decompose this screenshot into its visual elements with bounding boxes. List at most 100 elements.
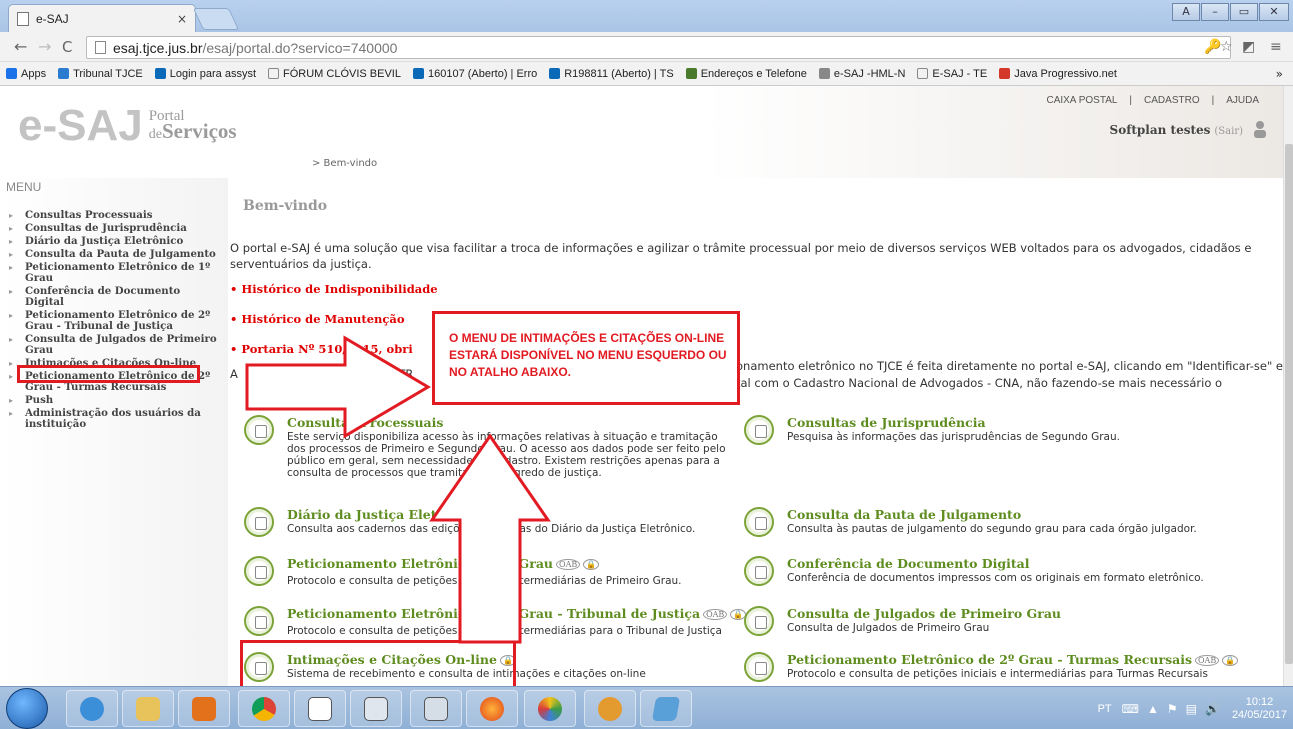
notice-fragment: onamento eletrônico no TJCE é feita dire… <box>736 359 1283 373</box>
service-description: Consulta aos cadernos das edições public… <box>287 523 696 535</box>
clock[interactable]: 10:12 24/05/2017 <box>1232 696 1287 722</box>
bookmark-r198811[interactable]: R198811 (Aberto) | TS <box>549 68 674 80</box>
start-button-icon[interactable] <box>6 688 48 729</box>
bookmark-tribunal-tjce[interactable]: Tribunal TJCE <box>58 68 143 80</box>
sidebar-item-administracao[interactable]: Administração dos usuários da instituiçã… <box>9 408 221 430</box>
tab-close-icon[interactable]: × <box>177 12 187 26</box>
url-host: esaj.tjce.jus.br <box>113 39 203 56</box>
menu-icon[interactable]: ≡ <box>1270 39 1282 55</box>
bookmark-enderecos[interactable]: Endereços e Telefone <box>685 68 807 80</box>
bookmark-esaj-te[interactable]: E-SAJ - TE <box>917 68 987 80</box>
scrollbar-thumb[interactable] <box>1285 144 1293 664</box>
divider: | <box>1129 95 1133 106</box>
close-window-button[interactable]: ✕ <box>1259 3 1289 21</box>
link-cadastro[interactable]: CADASTRO <box>1144 95 1200 106</box>
volume-icon[interactable]: 🔊 <box>1205 702 1220 716</box>
link-caixa-postal[interactable]: CAIXA POSTAL <box>1046 95 1117 106</box>
service-title[interactable]: Consulta da Pauta de Julgamento <box>787 507 1021 522</box>
vertical-scrollbar[interactable] <box>1283 86 1293 686</box>
link-ajuda[interactable]: AJUDA <box>1226 95 1259 106</box>
petition-icon <box>244 606 274 636</box>
service-title[interactable]: Consulta de Julgados de Primeiro Grau <box>787 606 1061 621</box>
address-bar[interactable]: esaj.tjce.jus.br/esaj/portal.do?servico=… <box>86 36 1231 59</box>
user-info: Softplan testes (Sair) <box>1110 123 1243 137</box>
outlook-icon[interactable] <box>178 690 230 727</box>
extension-icon[interactable]: ◩ <box>1242 39 1255 55</box>
network-icon[interactable]: ▤ <box>1186 702 1197 716</box>
magnifier-icon <box>244 415 274 445</box>
sidebar-item-jurisprudencia[interactable]: Consultas de Jurisprudência <box>9 223 221 235</box>
profile-button[interactable]: A <box>1172 3 1200 21</box>
service-title[interactable]: Conferência de Documento Digital <box>787 556 1030 571</box>
link-historico-manutencao[interactable]: • Histórico de Manutenção <box>230 312 405 326</box>
notice-fragment: o advo <box>352 393 391 407</box>
service-title[interactable]: Consultas Processuais <box>287 415 443 430</box>
highlight-box <box>17 365 200 383</box>
sidebar-item-julgados[interactable]: Consulta de Julgados de Primeiro Grau <box>9 334 221 356</box>
bookmark-star-icon[interactable]: ☆ <box>1220 39 1233 55</box>
sidebar-item-push[interactable]: Push <box>9 395 221 407</box>
main-content: Bem-vindo O portal e-SAJ é uma solução q… <box>230 178 1283 686</box>
clock-date: 24/05/2017 <box>1231 708 1287 721</box>
sidebar-item-peticionamento-1[interactable]: Peticionamento Eletrônico de 1º Grau <box>9 262 221 284</box>
new-tab-button[interactable] <box>192 8 240 30</box>
sidebar-menu: MENU Consultas Processuais Consultas de … <box>0 178 228 686</box>
minimize-button[interactable]: – <box>1201 3 1229 21</box>
top-links: CAIXA POSTAL | CADASTRO | AJUDA <box>1040 95 1265 106</box>
sidebar-item-peticionamento-2-tj[interactable]: Peticionamento Eletrônico de 2º Grau - T… <box>9 310 221 332</box>
service-title[interactable]: Peticionamento Eletrônico de 1º Grau OAB 🔒 <box>287 556 600 571</box>
maximize-button[interactable]: ▭ <box>1230 3 1258 21</box>
java-icon <box>999 68 1011 79</box>
bookmark-login-assyst[interactable]: Login para assyst <box>154 68 256 80</box>
book-icon <box>244 507 274 537</box>
logout-link[interactable]: (Sair) <box>1214 126 1243 137</box>
portal-header: e-SAJ Portal deServiços CAIXA POSTAL | CAD… <box>0 86 1283 178</box>
back-arrow-icon[interactable]: ← <box>14 38 27 56</box>
divider: | <box>1211 95 1215 106</box>
bookmark-esaj-hml[interactable]: e-SAJ -HML-N <box>818 68 905 80</box>
sidebar-item-conferencia[interactable]: Conferência de Documento Digital <box>9 286 221 308</box>
notice-fragment: A <box>230 367 238 381</box>
user-avatar-icon <box>1254 121 1266 138</box>
tray-expand-icon[interactable]: ▲ <box>1147 702 1159 716</box>
ie-icon[interactable] <box>66 690 118 727</box>
keyboard-icon[interactable]: ⌨ <box>1122 702 1139 716</box>
paint-icon[interactable] <box>524 690 576 727</box>
notes-icon[interactable] <box>294 690 346 727</box>
sidebar-item-pauta[interactable]: Consulta da Pauta de Julgamento <box>9 249 221 261</box>
service-title[interactable]: Diário da Justiça Eletrônico <box>287 507 481 522</box>
bookmark-forum[interactable]: FÓRUM CLÓVIS BEVIL <box>268 68 401 80</box>
reload-icon[interactable]: C <box>62 38 72 56</box>
saj-icon[interactable] <box>350 690 402 727</box>
language-indicator[interactable]: PT <box>1098 703 1112 715</box>
bookmark-java[interactable]: Java Progressivo.net <box>999 68 1117 80</box>
bookmark-apps[interactable]: Apps <box>6 68 46 80</box>
service-title[interactable]: Consultas de Jurisprudência <box>787 415 986 430</box>
forward-arrow-icon[interactable]: → <box>38 38 51 56</box>
bookmark-160107[interactable]: 160107 (Aberto) | Erro <box>412 68 537 80</box>
link-historico-indisponibilidade[interactable]: • Histórico de Indisponibilidade <box>230 282 438 296</box>
system-tray: PT ⌨ ▲ ⚑ ▤ 🔊 10:12 24/05/2017 <box>1098 687 1287 729</box>
sync-icon[interactable] <box>584 690 636 727</box>
firefox-icon[interactable] <box>466 690 518 727</box>
service-title[interactable]: Peticionamento Eletrônico de 2º Grau - T… <box>287 606 747 621</box>
service-title[interactable]: Peticionamento Eletrônico de 2º Grau - T… <box>787 652 1239 667</box>
menu-title: MENU <box>6 180 42 194</box>
tab-title: e-SAJ <box>36 11 69 26</box>
sidebar-item-diario[interactable]: Diário da Justiça Eletrônico <box>9 236 221 248</box>
service-description: Protocolo e consulta de petições iniciai… <box>787 668 1208 680</box>
link-portaria[interactable]: • Portaria Nº 510/2015, obri <box>230 342 413 356</box>
chrome-icon[interactable] <box>238 690 290 727</box>
highlight-box <box>240 640 516 686</box>
remote-desktop-icon[interactable] <box>410 690 462 727</box>
action-center-icon[interactable]: ⚑ <box>1167 702 1178 716</box>
url-path: /esaj/portal.do?servico=740000 <box>202 39 398 56</box>
bookmarks-more-icon[interactable]: » <box>1276 67 1283 81</box>
browser-tab[interactable]: e-SAJ × <box>8 4 196 32</box>
key-icon[interactable]: 🔑 <box>1204 39 1221 55</box>
virtualbox-icon[interactable] <box>640 690 692 727</box>
sidebar-item-consultas-processuais[interactable]: Consultas Processuais <box>9 210 221 222</box>
page-icon <box>17 11 29 26</box>
explorer-icon[interactable] <box>122 690 174 727</box>
user-name: Softplan testes <box>1109 123 1211 137</box>
